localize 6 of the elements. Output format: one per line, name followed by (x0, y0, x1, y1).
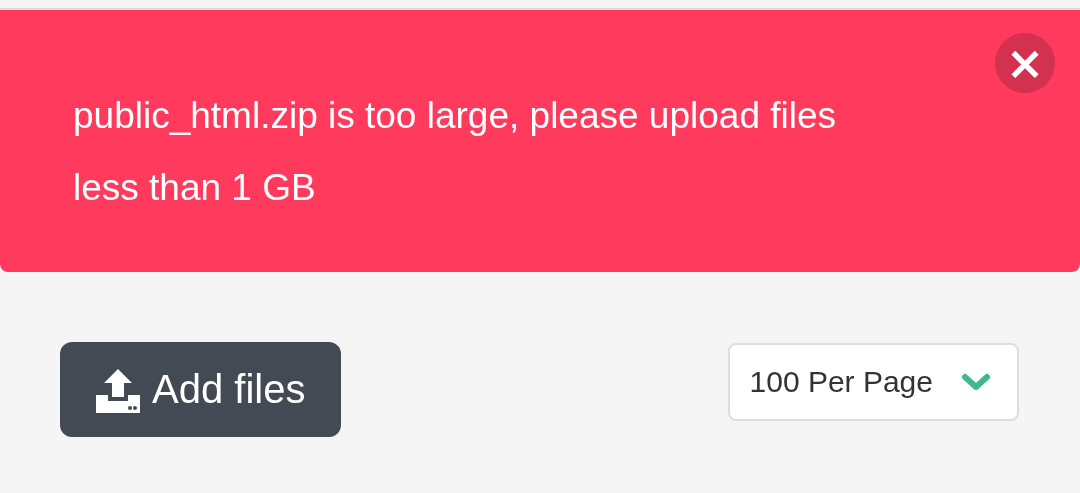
chevron-down-icon (961, 372, 991, 392)
per-page-dropdown[interactable]: 100 Per Page (727, 343, 1019, 421)
close-button[interactable]: × (995, 33, 1055, 93)
error-message: public_html.zip is too large, please upload files less than 1 GB (73, 94, 838, 210)
add-files-button[interactable]: Add files (60, 342, 342, 437)
upload-icon (94, 366, 142, 413)
